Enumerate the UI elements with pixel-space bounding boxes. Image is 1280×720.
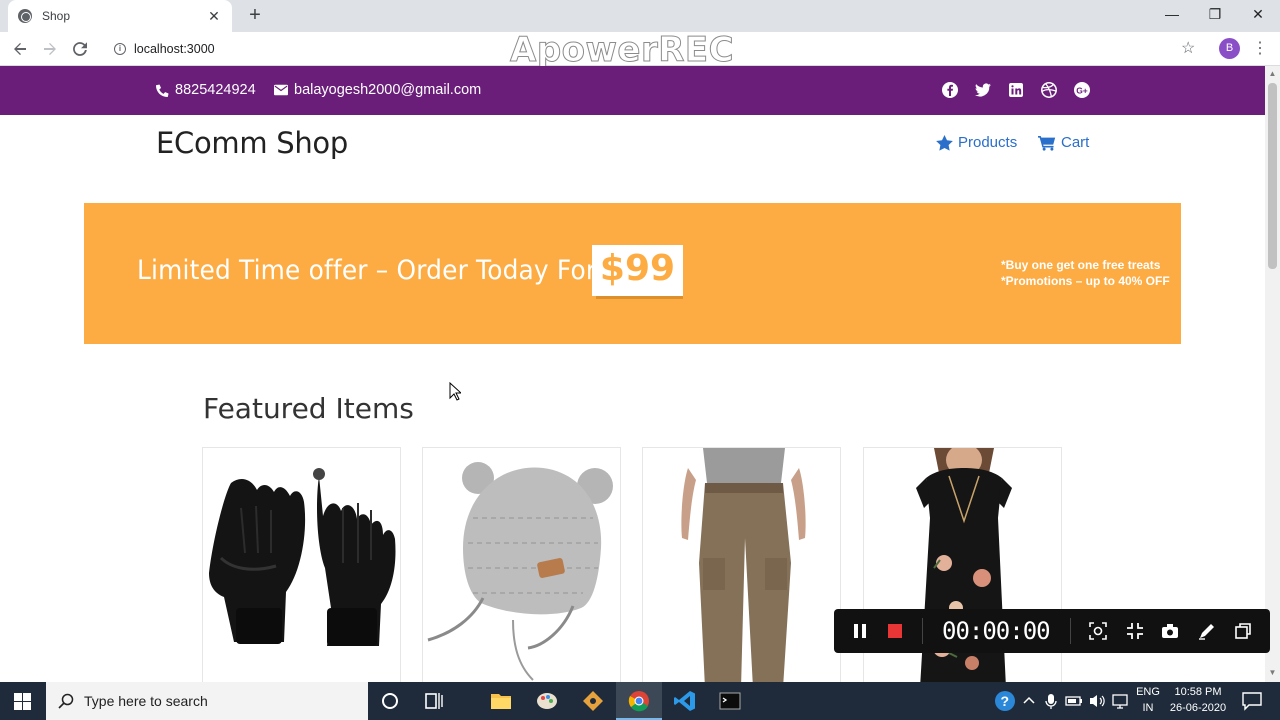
help-icon[interactable]: ? (993, 690, 1017, 712)
pause-icon[interactable] (850, 621, 870, 641)
network-icon[interactable] (1110, 690, 1130, 712)
envelope-icon (274, 84, 288, 96)
nav-products-label: Products (958, 134, 1018, 151)
reload-button[interactable] (69, 38, 91, 60)
file-explorer-icon[interactable] (489, 690, 513, 712)
git-app-icon[interactable] (581, 690, 605, 712)
star-icon (936, 134, 953, 151)
promo-headline: Limited Time offer – Order Today For (137, 255, 597, 286)
windows-taskbar: Type here to search ? ENG IN 10:58 PM 26… (0, 682, 1280, 720)
scroll-up-arrow-icon[interactable]: ▲ (1268, 70, 1277, 78)
language-indicator[interactable]: ENG (1134, 686, 1162, 698)
search-icon (58, 693, 74, 709)
forward-arrow-icon (44, 43, 56, 55)
scroll-thumb[interactable] (1268, 83, 1277, 269)
nav-cart-link[interactable]: Cart (1038, 134, 1089, 151)
window-mode-icon[interactable] (1233, 621, 1253, 641)
cortana-icon[interactable] (378, 690, 402, 712)
google-plus-icon[interactable]: G+ (1073, 81, 1091, 99)
reload-icon (73, 42, 87, 56)
region-indicator[interactable]: IN (1134, 702, 1162, 714)
notifications-icon[interactable] (1240, 690, 1264, 712)
screen-recorder-toolbar: 00:00:00 (834, 609, 1270, 653)
volume-icon[interactable] (1087, 690, 1107, 712)
phone-icon (156, 84, 169, 97)
url-text: localhost:3000 (134, 42, 215, 56)
featured-heading: Featured Items (203, 392, 414, 425)
browser-tab[interactable]: Shop ✕ (8, 0, 232, 32)
product-card-pants[interactable] (642, 447, 841, 687)
dribbble-icon[interactable] (1040, 81, 1058, 99)
product-image-pants (681, 448, 806, 686)
product-image-beanie (427, 462, 613, 681)
promo-price: $99 (599, 248, 676, 289)
bookmark-star-icon[interactable]: ☆ (1181, 38, 1195, 58)
nav-products-link[interactable]: Products (936, 134, 1017, 151)
maximize-button[interactable]: ❐ (1193, 0, 1237, 30)
site-logo-title[interactable]: EComm Shop (156, 126, 348, 160)
back-arrow-icon (14, 43, 26, 55)
promo-note-2: *Promotions – up to 40% OFF (1001, 274, 1170, 288)
product-image-gloves (209, 468, 396, 646)
promo-note-1: *Buy one get one free treats (1001, 258, 1161, 272)
terminal-icon[interactable] (718, 690, 742, 712)
product-card-beanie[interactable] (422, 447, 621, 687)
scroll-down-arrow-icon[interactable]: ▼ (1268, 669, 1277, 677)
browser-menu-icon[interactable]: ⋮ (1252, 38, 1268, 58)
browser-tab-bar: Shop ✕ + — ❐ ✕ (0, 0, 1280, 32)
battery-icon[interactable] (1064, 690, 1084, 712)
email-contact[interactable]: balayogesh2000@gmail.com (274, 82, 481, 98)
taskbar-search-placeholder: Type here to search (84, 693, 208, 709)
microphone-icon[interactable] (1042, 690, 1060, 712)
minimize-arrows-icon[interactable] (1125, 621, 1145, 641)
svg-text:G+: G+ (1076, 85, 1088, 95)
promo-price-box: $99 (592, 245, 683, 296)
promo-banner[interactable]: Limited Time offer – Order Today For $99… (84, 203, 1181, 344)
forward-button[interactable] (39, 38, 61, 60)
profile-avatar[interactable]: B (1219, 38, 1240, 59)
close-window-button[interactable]: ✕ (1236, 0, 1280, 30)
chrome-icon[interactable] (627, 690, 651, 712)
mouse-cursor-icon (449, 382, 461, 401)
clock-date[interactable]: 26-06-2020 (1165, 702, 1231, 714)
recorder-divider (1070, 618, 1071, 644)
recorder-divider (922, 618, 923, 644)
globe-icon (18, 9, 32, 23)
phone-number: 8825424924 (175, 82, 256, 98)
contact-bar: 8825424924 balayogesh2000@gmail.com G+ (0, 66, 1265, 115)
recorder-watermark: ApowerREC (509, 30, 735, 71)
phone-contact[interactable]: 8825424924 (156, 82, 256, 98)
linkedin-icon[interactable] (1007, 81, 1025, 99)
pen-icon[interactable] (1197, 621, 1217, 641)
taskbar-search-box[interactable]: Type here to search (46, 682, 368, 720)
camera-icon[interactable] (1160, 621, 1180, 641)
twitter-icon[interactable] (974, 81, 992, 99)
back-button[interactable] (9, 38, 31, 60)
minimize-button[interactable]: — (1150, 0, 1194, 30)
tray-chevron-up-icon[interactable] (1020, 690, 1038, 712)
stop-icon[interactable] (885, 621, 905, 641)
tab-close-button[interactable]: ✕ (206, 8, 222, 25)
capture-region-icon[interactable] (1088, 621, 1108, 641)
cart-icon (1038, 135, 1056, 151)
product-card-gloves[interactable] (202, 447, 401, 687)
facebook-icon[interactable] (941, 81, 959, 99)
paint-app-icon[interactable] (535, 690, 559, 712)
task-view-icon[interactable] (422, 690, 446, 712)
page-scrollbar[interactable]: ▲ ▼ (1265, 66, 1280, 682)
site-info-icon[interactable]: i (114, 43, 126, 55)
svg-text:?: ? (1001, 693, 1010, 709)
nav-cart-label: Cart (1061, 134, 1090, 151)
tab-title: Shop (42, 9, 71, 23)
recording-timer: 00:00:00 (942, 617, 1051, 645)
vscode-icon[interactable] (673, 690, 697, 712)
new-tab-button[interactable]: + (244, 5, 266, 27)
clock-time[interactable]: 10:58 PM (1165, 686, 1231, 698)
email-address: balayogesh2000@gmail.com (294, 82, 482, 98)
windows-start-icon[interactable] (14, 693, 31, 710)
